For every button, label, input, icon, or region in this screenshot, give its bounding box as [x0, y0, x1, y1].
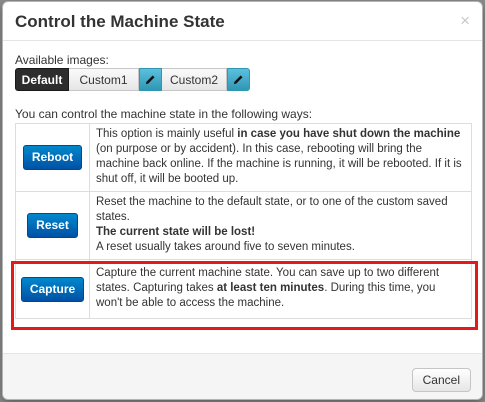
- edit-custom1-button[interactable]: [139, 68, 162, 91]
- table-row: Capture Capture the current machine stat…: [15, 259, 472, 319]
- reboot-description: This option is mainly useful in case you…: [89, 123, 472, 192]
- edit-custom2-button[interactable]: [227, 68, 250, 91]
- available-images-label: Available images:: [15, 53, 109, 67]
- cancel-button[interactable]: Cancel: [411, 368, 471, 392]
- reset-description: Reset the machine to the default state, …: [89, 191, 472, 260]
- table-row: Reset Reset the machine to the default s…: [15, 191, 472, 260]
- table-row: Reboot This option is mainly useful in c…: [15, 123, 472, 192]
- dialog-body: Available images: Default Custom1 Custom…: [15, 53, 472, 319]
- machine-options-table: Reboot This option is mainly useful in c…: [15, 123, 472, 319]
- image-default-button[interactable]: Default: [15, 68, 69, 91]
- image-custom1-button[interactable]: Custom1: [69, 68, 139, 91]
- control-machine-dialog: Control the Machine State × Available im…: [2, 1, 483, 400]
- reset-button[interactable]: Reset: [27, 213, 78, 238]
- close-icon[interactable]: ×: [460, 12, 470, 29]
- image-selector: Default Custom1 Custom2: [15, 68, 250, 91]
- pencil-icon: [233, 75, 243, 85]
- dialog-title: Control the Machine State: [15, 12, 225, 31]
- dialog-footer: Cancel: [3, 353, 482, 399]
- capture-button[interactable]: Capture: [20, 276, 85, 302]
- dialog-header: Control the Machine State ×: [3, 2, 482, 41]
- image-custom2-button[interactable]: Custom2: [162, 68, 227, 91]
- capture-description: Capture the current machine state. You c…: [89, 259, 472, 319]
- pencil-icon: [145, 75, 155, 85]
- reboot-button[interactable]: Reboot: [22, 145, 83, 170]
- control-ways-label: You can control the machine state in the…: [15, 107, 313, 121]
